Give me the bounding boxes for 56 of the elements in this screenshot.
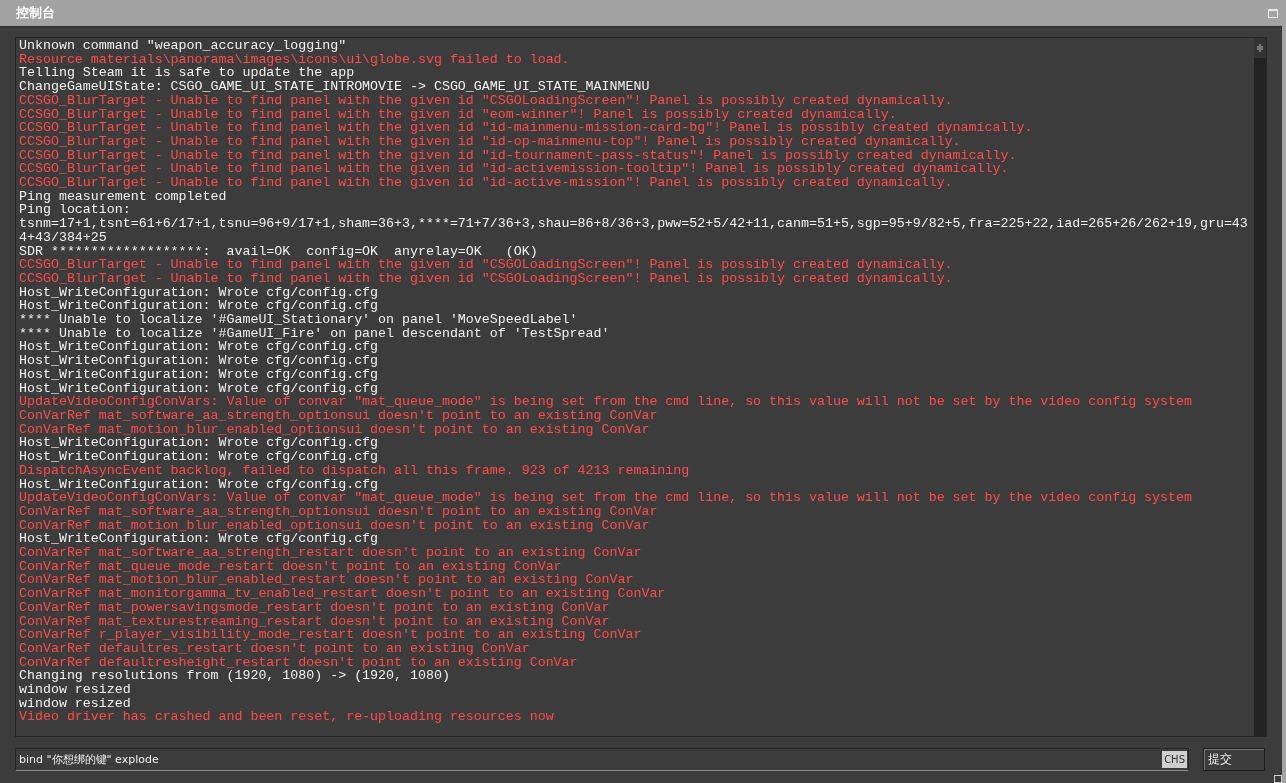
log-line: ConVarRef mat_software_aa_strength_optionsui doesn't point to an existing ConVar	[19, 504, 659, 519]
maximize-icon[interactable]	[1268, 8, 1278, 18]
log-line: CCSGO_BlurTarget - Unable to find panel with the given id "id-op-mainmenu-top"! Panel is possibly created dynamically.	[19, 134, 961, 149]
log-line: CCSGO_BlurTarget - Unable to find panel with the given id "CSGOLoadingScreen"! Panel is possibly created dynamically.	[19, 258, 954, 272]
log-line: Telling Steam it is safe to update the app	[19, 66, 355, 81]
log-line: Ping location:	[19, 203, 132, 218]
ime-indicator: CHS	[1162, 751, 1187, 768]
log-line: UpdateVideoConfigConVars: Value of convar "mat_queue_mode" is being set from the cmd line, so this value will not be set by the video config system	[19, 395, 1193, 409]
log-line: CCSGO_BlurTarget - Unable to find panel with the given id "CSGOLoadingScreen"! Panel is possibly created dynamically.	[19, 93, 954, 108]
log-line: Ping measurement completed	[19, 189, 228, 204]
log-line: CCSGO_BlurTarget - Unable to find panel with the given id "id-mainmenu-mission-card-bg"! Panel is possibly created dynamically.	[19, 121, 1034, 135]
log-line: Host_WriteConfiguration: Wrote cfg/config.cfg	[19, 340, 379, 355]
log-line: ConVarRef defaultres_restart doesn't point to an existing ConVar	[19, 641, 530, 656]
log-line: ConVarRef mat_motion_blur_enabled_optionsui doesn't point to an existing ConVar	[19, 518, 651, 533]
log-line: tsnm=17+1,tsnt=61+6/17+1,tsnu=96+9/17+1,sham=36+3,****=71+7/36+3,shau=86+8/36+3,pww=52+5/42+11,canm=51+5,sgp=95+9/82+5,fra=225+22,iad=265+26/262+19,gru=434+43/384+25	[19, 217, 1248, 245]
log-line: Host_WriteConfiguration: Wrote cfg/config.cfg	[19, 367, 380, 382]
log-line: ConVarRef r_player_visibility_mode_restart doesn't point to an existing ConVar	[19, 628, 643, 642]
log-line: Unknown command "weapon_accuracy_logging"	[19, 39, 348, 53]
log-line: CCSGO_BlurTarget - Unable to find panel with the given id "eom-winner"! Panel is possibly created dynamically.	[19, 107, 897, 122]
log-line: Host_WriteConfiguration: Wrote cfg/config.cfg	[19, 381, 379, 396]
log-line: Host_WriteConfiguration: Wrote cfg/config.cfg	[19, 299, 380, 314]
log-line: ChangeGameUIState: CSGO_GAME_UI_STATE_INTROMOVIE -> CSGO_GAME_UI_STATE_MAINMENU	[19, 80, 651, 94]
log-line: Host_WriteConfiguration: Wrote cfg/config.cfg	[19, 477, 379, 492]
resize-grip-icon[interactable]	[1274, 775, 1282, 783]
scroll-grip-icon	[1257, 44, 1263, 52]
log-line: window resized	[19, 696, 132, 711]
log-line: Host_WriteConfiguration: Wrote cfg/config.cfg	[19, 354, 380, 368]
log-line: Video driver has crashed and been reset, re-uploading resources now	[19, 710, 555, 725]
log-line: ConVarRef mat_motion_blur_enabled_optionsui doesn't point to an existing ConVar	[19, 422, 651, 437]
scrollbar[interactable]	[1254, 38, 1266, 736]
log-line: CCSGO_BlurTarget - Unable to find panel with the given id "id-active-mission"! Panel is possibly created dynamically.	[19, 176, 954, 190]
log-line: Host_WriteConfiguration: Wrote cfg/config.cfg	[19, 436, 380, 451]
log-line: UpdateVideoConfigConVars: Value of convar "mat_queue_mode" is being set from the cmd line, so this value will not be set by the video config system	[19, 491, 1193, 505]
submit-button[interactable]: 提交	[1203, 748, 1265, 771]
log-line: SDR *******************: avail=OK config=OK anyrelay=OK (OK)	[19, 244, 538, 259]
log-line: ConVarRef mat_texturestreaming_restart doesn't point to an existing ConVar	[19, 614, 611, 629]
log-line: Host_WriteConfiguration: Wrote cfg/config.cfg	[19, 532, 380, 546]
log-line: ConVarRef mat_powersavingsmode_restart doesn't point to an existing ConVar	[19, 600, 611, 615]
log-line: CCSGO_BlurTarget - Unable to find panel with the given id "id-activemission-tooltip"! Panel is possibly created dynamically.	[19, 162, 1009, 177]
log-line: Changing resolutions from (1920, 1080) -> (1920, 1080)	[19, 669, 451, 684]
log-line: ConVarRef mat_software_aa_strength_restart doesn't point to an existing ConVar	[19, 546, 643, 560]
log-line: window resized	[19, 683, 132, 697]
log-line: ConVarRef defaultresheight_restart doesn't point to an existing ConVar	[19, 655, 579, 670]
log-line: CCSGO_BlurTarget - Unable to find panel with the given id "CSGOLoadingScreen"! Panel is possibly created dynamically.	[19, 271, 954, 286]
log-line: **** Unable to localize '#GameUI_Stationary' on panel 'MoveSpeedLabel'	[19, 313, 579, 327]
log-line: Resource materials\panorama\images\icons\ui\globe.svg failed to load.	[19, 52, 571, 67]
log-line: ConVarRef mat_software_aa_strength_optionsui doesn't point to an existing ConVar	[19, 409, 659, 423]
log-line: Host_WriteConfiguration: Wrote cfg/config.cfg	[19, 450, 380, 464]
log-line: DispatchAsyncEvent backlog, failed to dispatch all this frame. 923 of 4213 remaining	[19, 463, 691, 478]
log-line: ConVarRef mat_queue_mode_restart doesn't point to an existing ConVar	[19, 559, 562, 574]
window-title: 控制台	[16, 4, 55, 22]
log-line: ConVarRef mat_monitorgamma_tv_enabled_restart doesn't point to an existing ConVar	[19, 587, 667, 601]
log-line: CCSGO_BlurTarget - Unable to find panel with the given id "id-tournament-pass-status"! Panel is possibly created dynamically.	[19, 148, 1018, 163]
log-line: Host_WriteConfiguration: Wrote cfg/config.cfg	[19, 285, 380, 300]
log-line: ConVarRef mat_motion_blur_enabled_restart doesn't point to an existing ConVar	[19, 573, 635, 588]
log-line: **** Unable to localize '#GameUI_Fire' on panel descendant of 'TestSpread'	[19, 326, 611, 341]
